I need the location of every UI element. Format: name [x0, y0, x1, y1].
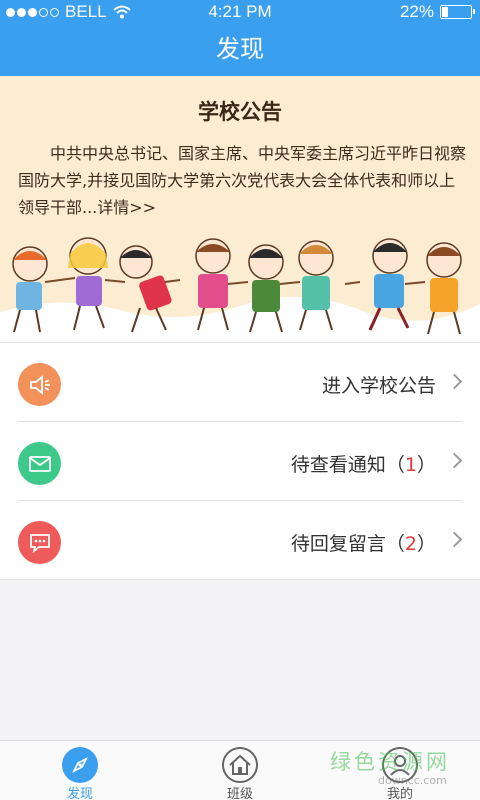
announcement-banner[interactable]: 学校公告 中共中央总书记、国家主席、中央军委主席习近平昨日视察国防大学,并接见国…: [0, 76, 480, 342]
nav-title: 发现: [0, 24, 480, 76]
list-item-notices[interactable]: 待查看通知（1）: [0, 422, 480, 501]
chevron-right-icon: [446, 452, 463, 469]
tab-bar: 发现 班级 我的: [0, 740, 480, 800]
status-bar: BELL 4:21 PM 22%: [0, 0, 480, 24]
tab-class[interactable]: 班级: [160, 741, 320, 800]
announcement-body[interactable]: 中共中央总书记、国家主席、中央军委主席习近平昨日视察国防大学,并接见国防大学第六…: [18, 140, 466, 221]
list-item-announcements[interactable]: 进入学校公告: [0, 343, 480, 422]
compass-icon: [62, 747, 98, 783]
mail-icon: [18, 442, 61, 485]
notice-count: 1: [404, 454, 417, 476]
tab-discover[interactable]: 发现: [0, 741, 160, 800]
chevron-right-icon: [446, 531, 463, 548]
list-item-label: 待回复留言（2）: [290, 533, 436, 555]
list-item-messages[interactable]: 待回复留言（2）: [0, 501, 480, 580]
battery-percent: 22%: [399, 2, 434, 21]
battery-group: 22%: [399, 2, 475, 22]
message-icon: [18, 521, 61, 564]
battery-icon: [440, 5, 475, 19]
speaker-icon: [18, 363, 61, 406]
tab-label: 我的: [386, 787, 413, 800]
profile-icon: [382, 747, 418, 783]
list-item-label: 进入学校公告: [321, 375, 436, 397]
tab-label: 班级: [226, 787, 253, 800]
announcement-title: 学校公告: [198, 100, 282, 124]
tab-mine[interactable]: 我的: [320, 741, 480, 800]
list-item-label: 待查看通知（1）: [290, 454, 436, 476]
message-count: 2: [404, 533, 417, 555]
action-list: 进入学校公告 待查看通知（1） 待回复留言（2）: [0, 342, 480, 580]
tab-label: 发现: [66, 787, 93, 800]
home-icon: [222, 747, 258, 783]
children-illustration: [0, 237, 480, 342]
chevron-right-icon: [446, 373, 463, 390]
